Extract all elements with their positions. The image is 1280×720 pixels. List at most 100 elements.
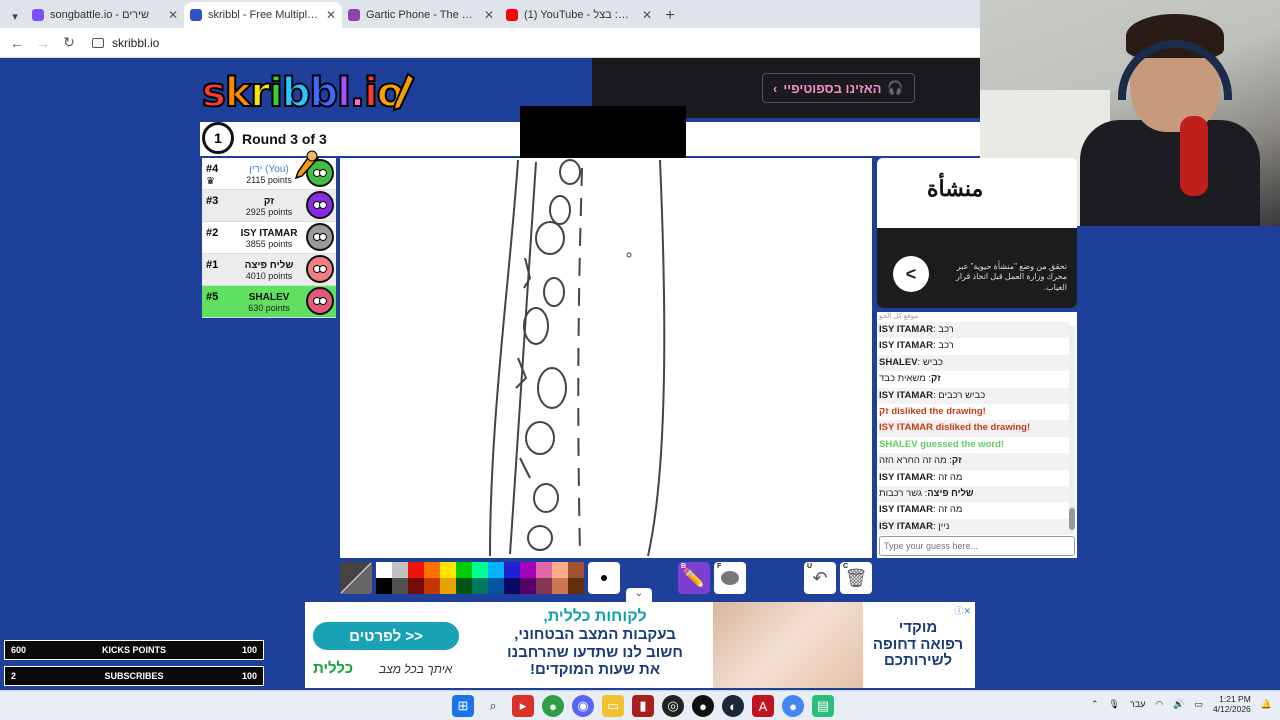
color-swatch[interactable] bbox=[440, 562, 456, 578]
notifications-icon[interactable]: 🔔 bbox=[1261, 699, 1272, 710]
color-swatch[interactable] bbox=[520, 578, 536, 594]
player-row[interactable]: #3 זק 2925 points bbox=[202, 190, 336, 222]
battery-icon[interactable]: ▭ bbox=[1194, 699, 1203, 710]
color-swatch[interactable] bbox=[504, 562, 520, 578]
chat-username: ISY ITAMAR bbox=[879, 504, 934, 516]
app-red-icon[interactable]: ▸ bbox=[512, 695, 534, 717]
player-row[interactable]: #5 SHALEV 630 points bbox=[202, 286, 336, 318]
tab-list-chevron-icon[interactable]: ▾ bbox=[4, 4, 26, 28]
player-row[interactable]: #1 שליח פיצה 4010 points bbox=[202, 254, 336, 286]
color-swatch[interactable] bbox=[568, 578, 584, 594]
tab-close-icon[interactable]: ✕ bbox=[642, 8, 652, 22]
browser-tab[interactable]: (1) YouTube - פאנץ' והכרים: בצל ✕ bbox=[500, 2, 658, 28]
bottom-ad[interactable]: לפרטים >> כללית איתך בכל מצב לקוחות כללי… bbox=[305, 602, 975, 688]
ad-info-icon[interactable]: ⓘ✕ bbox=[954, 604, 971, 617]
side-ad-prev-button[interactable]: < bbox=[893, 256, 929, 292]
url-field[interactable]: skribbl.io bbox=[92, 36, 159, 50]
color-swatch[interactable] bbox=[488, 578, 504, 594]
logo-letter: . bbox=[349, 69, 366, 117]
collapse-chevron-icon[interactable]: ⌄ bbox=[626, 588, 652, 602]
chat-message: SHALEV guessed the word! bbox=[877, 437, 1069, 453]
subscribes-goal: 100 bbox=[241, 671, 257, 681]
browser-tab[interactable]: skribbl - Free Multiplayer D ✕ bbox=[184, 2, 342, 28]
color-swatch[interactable] bbox=[376, 578, 392, 594]
color-swatch[interactable] bbox=[408, 578, 424, 594]
new-tab-button[interactable]: + bbox=[658, 4, 682, 28]
player-row[interactable]: #2 ISY ITAMAR 3855 points bbox=[202, 222, 336, 254]
guess-input[interactable] bbox=[879, 536, 1075, 556]
chat-scrollbar[interactable] bbox=[1069, 326, 1075, 534]
current-color-preview[interactable] bbox=[340, 562, 372, 594]
color-swatch[interactable] bbox=[552, 562, 568, 578]
color-swatch[interactable] bbox=[536, 562, 552, 578]
site-info-icon[interactable] bbox=[92, 37, 104, 48]
volume-icon[interactable]: 🔊 bbox=[1173, 699, 1184, 710]
ad-right-1: מוקדי bbox=[898, 619, 938, 636]
color-swatch[interactable] bbox=[552, 578, 568, 594]
brush-size-button[interactable] bbox=[588, 562, 620, 594]
app-green-icon[interactable]: ▤ bbox=[812, 695, 834, 717]
chat-scrollbar-thumb[interactable] bbox=[1069, 508, 1075, 530]
drawing-pencil-icon bbox=[294, 150, 320, 180]
browser-tab[interactable]: songbattle.io - שירים ✕ bbox=[26, 2, 184, 28]
color-swatch[interactable] bbox=[536, 578, 552, 594]
color-swatch[interactable] bbox=[472, 578, 488, 594]
color-swatch[interactable] bbox=[440, 578, 456, 594]
back-arrow-icon[interactable]: ← bbox=[6, 32, 28, 54]
app-black-icon[interactable]: ● bbox=[692, 695, 714, 717]
color-swatch[interactable] bbox=[392, 578, 408, 594]
brush-tool-button[interactable]: B ✏️ bbox=[678, 562, 710, 594]
color-swatch[interactable] bbox=[568, 562, 584, 578]
drawing-canvas[interactable] bbox=[340, 158, 872, 558]
app-dark-red-icon[interactable]: ▮ bbox=[632, 695, 654, 717]
chat-username: ISY ITAMAR bbox=[879, 340, 934, 352]
color-swatch[interactable] bbox=[408, 562, 424, 578]
clear-button[interactable]: C 🗑 bbox=[840, 562, 872, 594]
crown-icon: ♛ bbox=[206, 176, 215, 187]
color-swatch[interactable] bbox=[376, 562, 392, 578]
color-swatch[interactable] bbox=[456, 578, 472, 594]
chat-username: SHALEV bbox=[879, 356, 918, 368]
forward-arrow-icon[interactable]: → bbox=[32, 32, 54, 54]
search-icon[interactable]: ⌕ bbox=[482, 695, 504, 717]
player-avatar bbox=[306, 287, 334, 315]
color-swatch[interactable] bbox=[520, 562, 536, 578]
browser-tab[interactable]: Gartic Phone - The Telephone ✕ bbox=[342, 2, 500, 28]
player-name: שליח פיצה bbox=[244, 260, 294, 271]
ad-brand: כללית bbox=[313, 660, 353, 677]
undo-button[interactable]: U ↶ bbox=[804, 562, 836, 594]
tab-close-icon[interactable]: ✕ bbox=[168, 8, 178, 22]
app-circle-icon[interactable]: ◎ bbox=[662, 695, 684, 717]
reload-icon[interactable]: ↻ bbox=[58, 32, 80, 54]
wifi-icon[interactable]: ◠ bbox=[1155, 699, 1163, 710]
tab-close-icon[interactable]: ✕ bbox=[326, 8, 336, 22]
fill-tool-button[interactable]: F bbox=[714, 562, 746, 594]
color-swatch[interactable] bbox=[392, 562, 408, 578]
chrome-active-icon[interactable]: ● bbox=[782, 695, 804, 717]
color-swatch[interactable] bbox=[456, 562, 472, 578]
chat-text: ניין bbox=[938, 520, 950, 532]
tab-favicon-icon bbox=[506, 9, 518, 21]
color-swatch[interactable] bbox=[424, 562, 440, 578]
discord-icon[interactable]: ◉ bbox=[572, 695, 594, 717]
ad-line-4: את שעות המוקדים! bbox=[529, 660, 661, 678]
system-clock[interactable]: 1:21 PM 4/12/2026 bbox=[1213, 694, 1251, 714]
language-indicator[interactable]: עבר bbox=[1130, 699, 1145, 709]
color-swatch[interactable] bbox=[504, 578, 520, 594]
app-a-icon[interactable]: A bbox=[752, 695, 774, 717]
color-swatch[interactable] bbox=[424, 578, 440, 594]
brush-key-hint: B bbox=[681, 563, 687, 570]
chrome-icon[interactable]: ● bbox=[542, 695, 564, 717]
color-swatch[interactable] bbox=[488, 562, 504, 578]
tray-chevron-icon[interactable]: ⌃ bbox=[1091, 699, 1099, 710]
ad-cta-button[interactable]: לפרטים >> bbox=[313, 622, 459, 650]
steam-icon[interactable]: ◐ bbox=[722, 695, 744, 717]
logo-letter: b bbox=[281, 69, 312, 117]
spotify-button[interactable]: ‹ האזינו בספוטיפיי 🎧 bbox=[762, 73, 915, 103]
side-ad[interactable]: منشأة < تحقق من وضع "منشأة حيوية" عبر مح… bbox=[877, 158, 1077, 308]
tab-close-icon[interactable]: ✕ bbox=[484, 8, 494, 22]
microphone-icon[interactable]: 🎙 bbox=[1108, 699, 1119, 710]
file-explorer-icon[interactable]: ▭ bbox=[602, 695, 624, 717]
color-swatch[interactable] bbox=[472, 562, 488, 578]
windows-start-icon[interactable]: ⊞ bbox=[452, 695, 474, 717]
